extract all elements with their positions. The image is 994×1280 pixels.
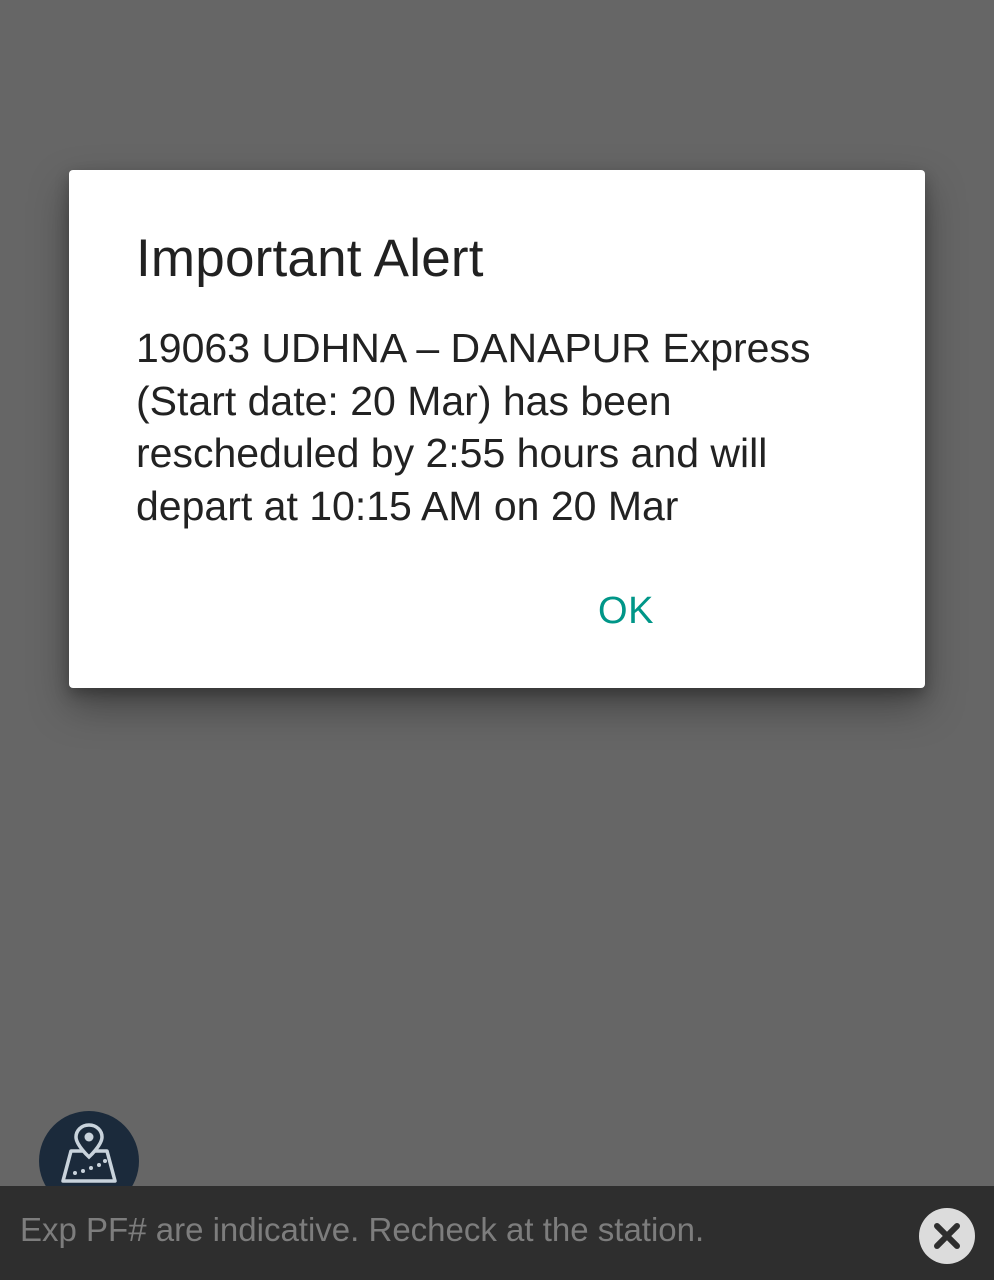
banner-text: Exp PF# are indicative. Recheck at the s… [20, 1211, 705, 1248]
platform-info-banner: Exp PF# are indicative. Recheck at the s… [0, 1186, 994, 1280]
alert-dialog: Important Alert 19063 UDHNA – DANAPUR Ex… [69, 170, 925, 688]
close-icon [934, 1223, 960, 1249]
banner-close-button[interactable] [919, 1208, 975, 1264]
dialog-title: Important Alert [136, 229, 484, 288]
ok-button[interactable]: OK [584, 582, 668, 640]
dialog-message: 19063 UDHNA – DANAPUR Express (Start dat… [136, 325, 811, 529]
